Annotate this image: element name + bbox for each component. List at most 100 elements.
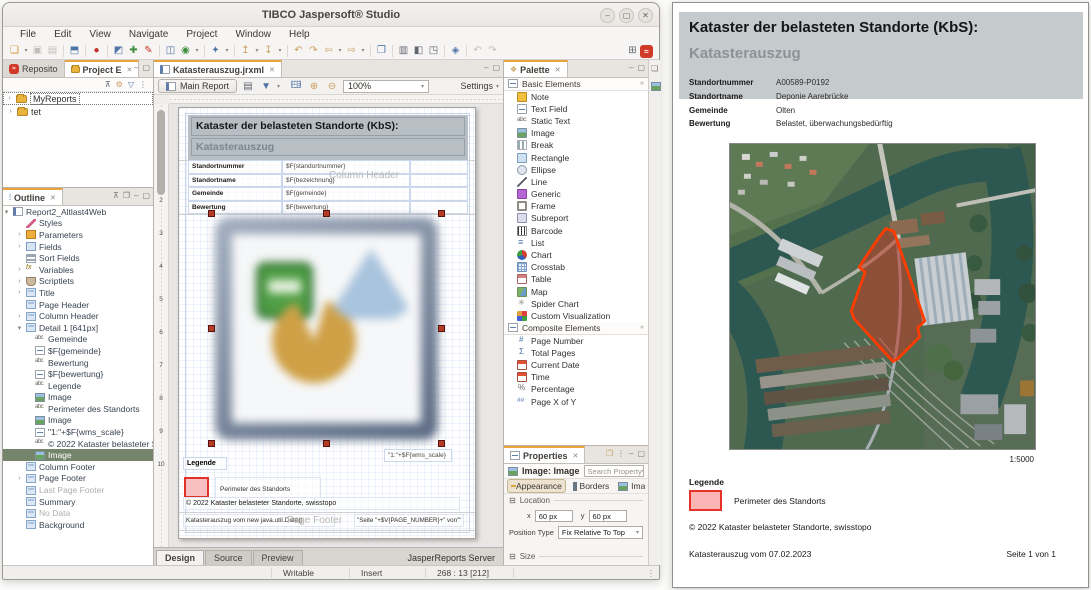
image-export-icon[interactable]: 🖽 <box>289 78 303 95</box>
close-icon[interactable]: ✕ <box>555 66 561 74</box>
restore-panel-icon[interactable]: ❏ <box>651 64 658 73</box>
minimize-icon[interactable]: – <box>600 8 615 23</box>
map-image-element[interactable] <box>212 214 441 443</box>
dataset-add-icon[interactable]: ✚ <box>126 44 141 58</box>
undo-icon[interactable]: ↶ <box>291 44 306 58</box>
report-page[interactable]: Kataster der belasteten Standorte (KbS):… <box>178 107 476 539</box>
dropdown-icon[interactable]: ▾ <box>223 44 231 58</box>
selection-handle[interactable] <box>438 440 445 447</box>
datasource-icon[interactable]: ◫ <box>163 44 178 58</box>
outline-item[interactable]: › Variables <box>3 264 153 276</box>
palette-item[interactable]: Line <box>504 176 648 188</box>
section-size[interactable]: ⊟ Size <box>504 550 648 563</box>
zoom-in-icon[interactable]: ⊕ <box>307 81 321 92</box>
palette-item[interactable]: Page Number <box>504 335 648 347</box>
outline-item[interactable]: Page Header <box>3 299 153 311</box>
search-property-combo[interactable]: Search Property ▾ <box>584 465 644 477</box>
jaspersoft-perspective-icon[interactable]: ≈ <box>640 45 653 58</box>
settings-button[interactable]: Settings ▾ <box>460 81 499 91</box>
palette-item[interactable]: Generic <box>504 188 648 200</box>
position-type-select[interactable]: Fix Relative To Top ▾ <box>558 526 643 539</box>
outline-item[interactable]: › Page Footer <box>3 473 153 485</box>
section-location[interactable]: ⊟ Location <box>504 494 648 507</box>
main-report-button[interactable]: Main Report <box>158 79 237 93</box>
link-icon[interactable]: ❐ <box>123 191 130 200</box>
collapse-icon[interactable]: « <box>640 324 648 331</box>
outline-item[interactable]: "1:"+$F{wms_scale} <box>3 426 153 438</box>
menu-item[interactable]: Edit <box>45 27 80 42</box>
selection-handle[interactable] <box>208 325 215 332</box>
maximize-icon[interactable]: ▢ <box>492 63 500 72</box>
outline-item[interactable]: Image <box>3 392 153 404</box>
palette-item[interactable]: Time <box>504 371 648 383</box>
tab-repository-explorer[interactable]: ≈ Reposito <box>3 60 65 77</box>
design-copyright[interactable]: © 2022 Kataster belasteter Standorte, sw… <box>183 497 460 510</box>
palette-item[interactable]: Spider Chart <box>504 298 648 310</box>
outline-item[interactable]: No Data <box>3 507 153 519</box>
tile-editors-icon[interactable]: ▥ <box>396 44 411 58</box>
outline-item[interactable]: $F{bewertung} <box>3 368 153 380</box>
palette-item[interactable]: Chart <box>504 249 648 261</box>
dropdown-icon[interactable]: ▾ <box>336 44 344 58</box>
zoom-out-icon[interactable]: ⊖ <box>325 81 339 92</box>
open-perspective-icon[interactable]: ⊞ <box>625 44 640 58</box>
export-icon[interactable]: ▼ <box>259 81 273 92</box>
outline-item[interactable]: ▾ Report2_Altlast4Web <box>3 206 153 218</box>
outline-item[interactable]: › Column Header <box>3 310 153 322</box>
outline-item[interactable]: Perimeter des Standorts <box>3 403 153 415</box>
minimize-icon[interactable]: – <box>484 63 488 72</box>
save-all-icon[interactable]: ▤ <box>45 44 60 58</box>
dropdown-icon[interactable]: ▾ <box>253 44 261 58</box>
palette-item[interactable]: Break <box>504 139 648 151</box>
outline-item[interactable]: › Fields <box>3 241 153 253</box>
close-icon[interactable]: ✕ <box>269 66 275 74</box>
palette-item[interactable]: Percentage <box>504 383 648 395</box>
palette-section-basic[interactable]: Basic Elements « <box>504 78 648 91</box>
palette-item[interactable]: Custom Visualization <box>504 310 648 322</box>
palette-item[interactable]: Barcode <box>504 225 648 237</box>
palette-section-composite[interactable]: Composite Elements « <box>504 322 648 335</box>
pin-editor-icon[interactable]: ◧ <box>411 44 426 58</box>
minimized-report-icon[interactable] <box>651 82 661 91</box>
design-footer-right[interactable]: "Seite "+$V{PAGE_NUMBER}+" von"" " + <box>354 514 464 527</box>
palette-item[interactable]: Static Text <box>504 115 648 127</box>
tab-properties[interactable]: Properties ✕ <box>504 446 585 463</box>
x-input[interactable]: 60 px <box>535 510 573 522</box>
bands-icon[interactable]: ▤ <box>241 81 255 92</box>
palette-item[interactable]: Frame <box>504 200 648 212</box>
menu-item[interactable]: Window <box>226 27 280 42</box>
scrollbar-thumb[interactable] <box>157 110 165 195</box>
scale-expression[interactable]: "1:"+$F{wms_scale} <box>384 449 452 462</box>
run-report-icon[interactable]: ◈ <box>448 44 463 58</box>
outline-item[interactable]: Styles <box>3 218 153 230</box>
dropdown-icon[interactable]: ▾ <box>359 44 367 58</box>
debug-icon[interactable]: ● <box>89 44 104 58</box>
new-view-icon[interactable]: ❐ <box>606 449 613 458</box>
selection-handle[interactable] <box>438 210 445 217</box>
compile-report-icon[interactable]: ◩ <box>111 44 126 58</box>
outline-item[interactable]: Summary <box>3 496 153 508</box>
outline-item[interactable]: › Parameters <box>3 229 153 241</box>
outline-item[interactable]: Bewertung <box>3 357 153 369</box>
collapse-all-icon[interactable]: ⊼ <box>113 191 119 200</box>
tab-project-explorer[interactable]: Project E ✕ <box>65 60 140 77</box>
palette-item[interactable]: Text Field <box>504 103 648 115</box>
view-menu-icon[interactable]: ⋮ <box>617 449 625 458</box>
palette-item[interactable]: Note <box>504 91 648 103</box>
menu-item[interactable]: Navigate <box>120 27 177 42</box>
tree-item[interactable]: › tet <box>3 105 153 118</box>
view-menu-icon[interactable]: ⋮ <box>139 80 147 89</box>
outline-item[interactable]: Image <box>3 415 153 427</box>
collapse-icon[interactable]: ⊟ <box>509 496 516 505</box>
tab-image[interactable]: Ima <box>613 480 645 492</box>
minimize-icon[interactable]: – <box>134 63 138 72</box>
dropdown-icon[interactable]: ▾ <box>193 44 201 58</box>
maximize-icon[interactable]: ▢ <box>142 63 150 72</box>
close-icon[interactable]: ✕ <box>573 452 579 460</box>
editor-mode-tab[interactable]: Design <box>156 550 204 565</box>
titlebar[interactable]: TIBCO Jaspersoft® Studio – ▢ ✕ <box>3 3 659 27</box>
menu-item[interactable]: View <box>80 27 120 42</box>
wizard-icon[interactable]: ✦ <box>208 44 223 58</box>
import-icon[interactable]: ↥ <box>238 44 253 58</box>
tree-item[interactable]: › MyReports <box>3 92 153 105</box>
